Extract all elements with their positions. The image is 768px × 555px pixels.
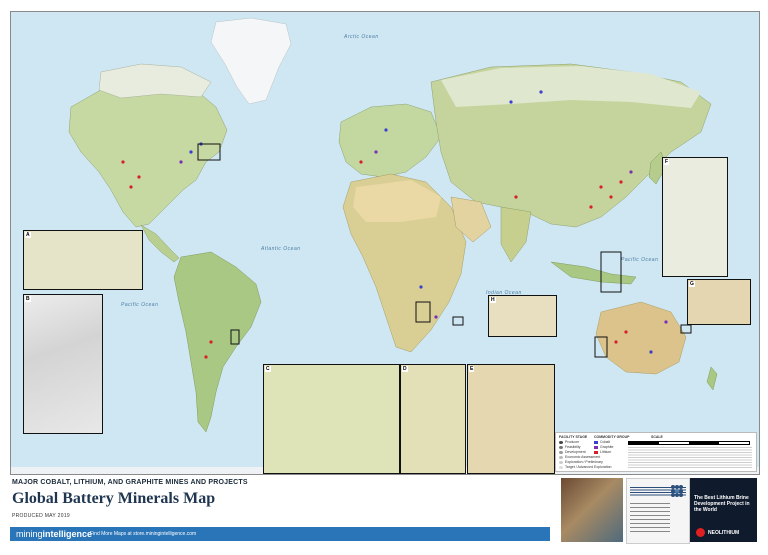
world-map: Arctic Ocean Atlantic Ocean Pacific Ocea… [10,11,760,475]
inset-c[interactable]: C [263,364,400,474]
inset-tag: D [402,366,408,372]
lithium-marker [599,185,603,189]
inset-h[interactable]: H [488,295,557,337]
central-america [140,224,180,263]
inset-tag: E [469,366,475,372]
ocean-label-atlantic: Atlantic Ocean [261,246,301,252]
ad-brand: NEOLITHIUM [708,530,740,536]
graphite-marker [179,160,183,164]
cobalt-marker [419,285,423,289]
cobalt-marker [509,100,513,104]
lithium-marker [359,160,363,164]
legend-row: Economic Assessment [559,455,612,459]
ocean-label-pacific-east: Pacific Ocean [121,302,159,308]
legend-row: Cobalt [594,440,630,444]
produced-date: PRODUCED MAY 2019 [12,513,70,519]
europe [338,103,442,178]
legend-label: Economic Assessment [565,455,601,459]
canada-north [98,63,212,99]
ad-title: The Best Lithium Brine Development Proje… [694,495,750,513]
lithium-marker [121,160,125,164]
legend-label: Exploration / Preliminary [565,460,603,464]
india [500,206,532,263]
map-legend: FACILITY STAGE Producer Feasibility Deve… [555,432,757,472]
lithium-marker [137,175,141,179]
north-america [68,81,228,228]
inset-g[interactable]: G [687,279,751,325]
legend-row: Lithium [594,450,630,454]
lithium-marker [514,195,518,199]
graphite-marker [629,170,633,174]
lithium-marker [589,205,593,209]
lithium-marker [614,340,618,344]
scale-title: SCALE [651,435,663,439]
lithium-marker [609,195,613,199]
scale-bar [628,441,750,445]
inset-e[interactable]: E [467,364,555,474]
find-more-link[interactable]: Find More Maps at store.miningintelligen… [90,531,196,537]
inset-b[interactable]: B [23,294,103,434]
south-america [173,251,262,433]
cobalt-marker [539,90,543,94]
greenland [210,17,292,105]
brand-bold: intelligence [42,529,93,539]
ad-panel-neolithium[interactable]: The Best Lithium Brine Development Proje… [690,478,757,542]
inset-tag: C [265,366,271,372]
inset-f[interactable]: F [662,157,728,277]
commodity-legend: COMMODITY GROUP Cobalt Graphite Lithium [594,435,630,455]
graphite-marker [374,150,378,154]
legend-row: Target / Advanced Exploration [559,465,612,469]
ocean-label-pacific-west: Pacific Ocean [621,257,659,263]
inset-a[interactable]: A [23,230,143,290]
lithium-marker [129,185,133,189]
lithium-marker [624,330,628,334]
new-zealand [706,366,718,391]
legend-label: Cobalt [600,440,611,444]
inset-d[interactable]: D [400,364,466,474]
brand-logo: miningintelligence [16,529,92,539]
inset-locator [452,316,464,326]
graphite-marker [434,315,438,319]
cobalt-marker [384,128,388,132]
legend-label: Feasibility [565,445,581,449]
lithium-marker [619,180,623,184]
inset-tag: A [25,232,31,238]
inset-tag: F [664,159,670,165]
inset-tag: B [25,296,31,302]
brand-light: mining [16,529,43,539]
map-subheading: MAJOR COBALT, LITHIUM, AND GRAPHITE MINE… [12,479,248,486]
ad-logo-icon [671,485,683,497]
inset-tag: G [689,281,695,287]
inset-tag: H [490,297,496,303]
map-title: Global Battery Minerals Map [12,490,216,507]
commodity-legend-title: COMMODITY GROUP [594,435,630,439]
ad-panel-company[interactable] [626,478,690,544]
fine-print [628,447,752,469]
legend-row: Exploration / Preliminary [559,460,612,464]
footer-bar: miningintelligence Find More Maps at sto… [10,527,550,541]
indonesia [550,261,637,285]
legend-row: Graphite [594,445,630,449]
lithium-marker [209,340,213,344]
ocean-label-arctic: Arctic Ocean [344,34,379,40]
australia [595,301,687,375]
legend-label: Development [565,450,586,454]
graphite-marker [664,320,668,324]
legend-label: Graphite [600,445,614,449]
lithium-marker [204,355,208,359]
legend-label: Lithium [600,450,612,454]
neolithium-logo-icon [696,528,705,537]
ad-body-text [630,503,670,533]
ad-panel-photo[interactable] [561,478,623,542]
cobalt-marker [189,150,193,154]
cobalt-marker [649,350,653,354]
legend-label: Producer [565,440,580,444]
legend-label: Target / Advanced Exploration [565,465,612,469]
